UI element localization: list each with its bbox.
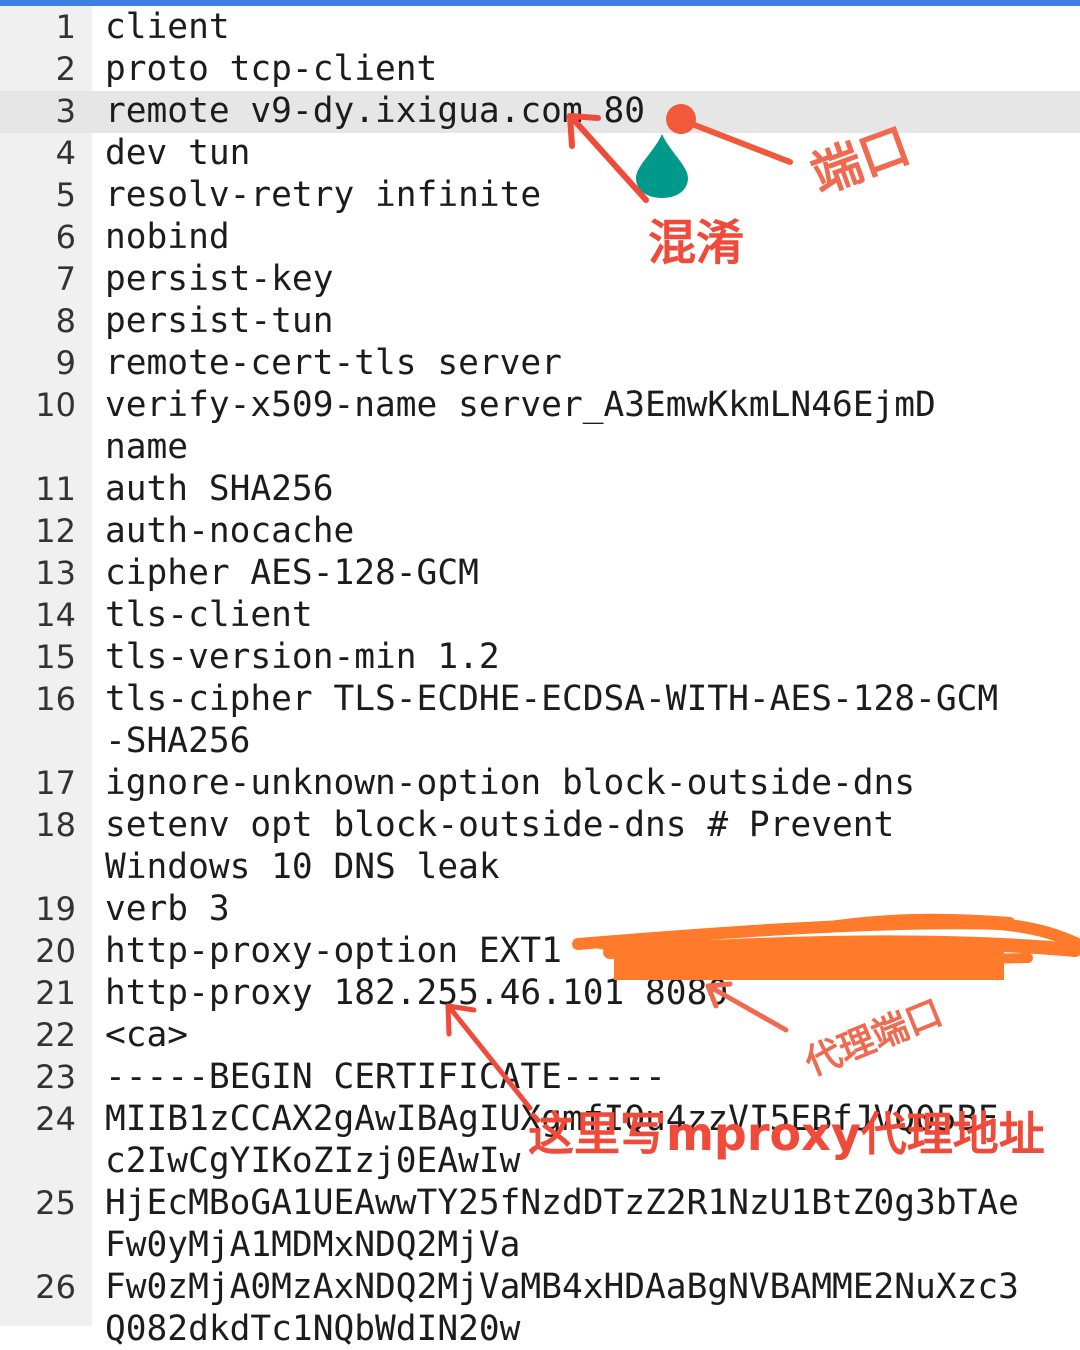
mproxy-address-label: 这里写mproxy代理地址: [528, 1107, 1045, 1161]
redaction-block: [614, 940, 1004, 980]
water-drop-icon: [636, 134, 688, 198]
proxy-address-arrow: [445, 1003, 533, 1111]
obfuscation-label: 混淆: [648, 215, 745, 271]
proxy-port-arrow: [705, 981, 789, 1033]
port-arrow-line: [689, 121, 793, 165]
port-marker-dot: [666, 104, 696, 134]
